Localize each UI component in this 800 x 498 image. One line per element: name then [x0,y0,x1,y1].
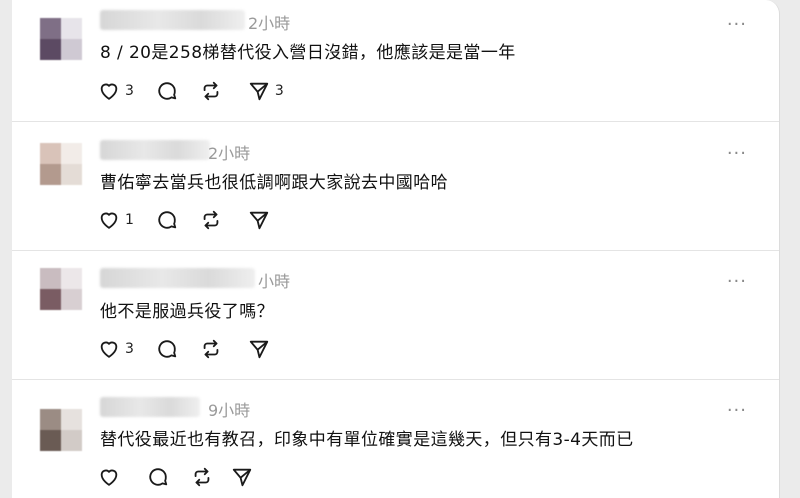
avatar[interactable] [40,409,82,451]
reply-post: 小時 ··· 他不是服過兵役了嗎？ 3 [12,250,779,380]
action-bar: 1 [98,208,275,232]
reply-text: 他不是服過兵役了嗎？ [100,302,274,322]
repost-icon [203,81,219,101]
repost-icon [194,467,210,487]
like-button[interactable]: 3 [98,337,134,361]
action-bar: 3 [98,337,275,361]
comment-icon [158,82,177,100]
avatar[interactable] [40,143,82,185]
send-icon [249,340,269,359]
like-button[interactable] [98,465,125,489]
send-icon [232,468,252,487]
like-count: 3 [125,83,134,99]
timestamp: 2小時 [208,144,251,163]
more-options-icon[interactable]: ··· [727,273,747,291]
username-blurred[interactable] [100,268,255,288]
avatar[interactable] [40,268,82,310]
share-button[interactable] [248,337,275,361]
send-icon [249,82,269,101]
heart-icon [100,83,118,100]
comment-icon [149,468,168,486]
reply-text: 8 / 20是258梯替代役入營日沒錯，他應該是是當一年 [100,43,516,63]
repost-icon [203,210,219,230]
more-options-icon[interactable]: ··· [727,402,747,420]
like-count: 1 [125,212,134,228]
reply-button[interactable] [156,208,178,232]
reply-text: 替代役最近也有教召，印象中有單位確實是這幾天，但只有3-4天而已 [100,430,634,450]
repost-button[interactable] [200,337,222,361]
repost-button[interactable] [191,465,213,489]
like-button[interactable]: 1 [98,208,134,232]
username-blurred[interactable] [100,397,200,417]
more-options-icon[interactable]: ··· [727,16,747,34]
repost-button[interactable] [200,208,222,232]
comment-icon [158,340,177,358]
repost-button[interactable] [200,79,222,103]
send-icon [249,211,269,230]
reply-text: 曹佑寧去當兵也很低調啊跟大家說去中國哈哈 [100,173,448,193]
timestamp: 小時 [258,272,291,291]
share-button[interactable]: 3 [248,79,284,103]
heart-icon [100,341,118,358]
timestamp: 9小時 [208,401,251,420]
share-button[interactable] [231,465,258,489]
repost-icon [203,339,219,359]
username-blurred[interactable] [100,140,210,160]
heart-icon [100,469,118,486]
username-blurred[interactable] [100,10,245,30]
reply-button[interactable] [147,465,169,489]
comment-icon [158,211,177,229]
reply-button[interactable] [156,337,178,361]
share-button[interactable] [248,208,275,232]
action-bar: 3 3 [98,79,284,103]
reply-post: 2小時 ··· 8 / 20是258梯替代役入營日沒錯，他應該是是當一年 3 3 [12,0,779,122]
timestamp: 2小時 [248,14,291,33]
like-button[interactable]: 3 [98,79,134,103]
more-options-icon[interactable]: ··· [727,145,747,163]
reply-feed: 2小時 ··· 8 / 20是258梯替代役入營日沒錯，他應該是是當一年 3 3 [12,0,780,498]
reply-post: 9小時 ··· 替代役最近也有教召，印象中有單位確實是這幾天，但只有3-4天而已 [12,379,779,498]
reply-button[interactable] [156,79,178,103]
like-count: 3 [125,341,134,357]
share-count: 3 [274,83,284,99]
reply-post: 2小時 ··· 曹佑寧去當兵也很低調啊跟大家說去中國哈哈 1 [12,121,779,251]
action-bar [98,465,258,489]
heart-icon [100,212,118,229]
avatar[interactable] [40,18,82,60]
